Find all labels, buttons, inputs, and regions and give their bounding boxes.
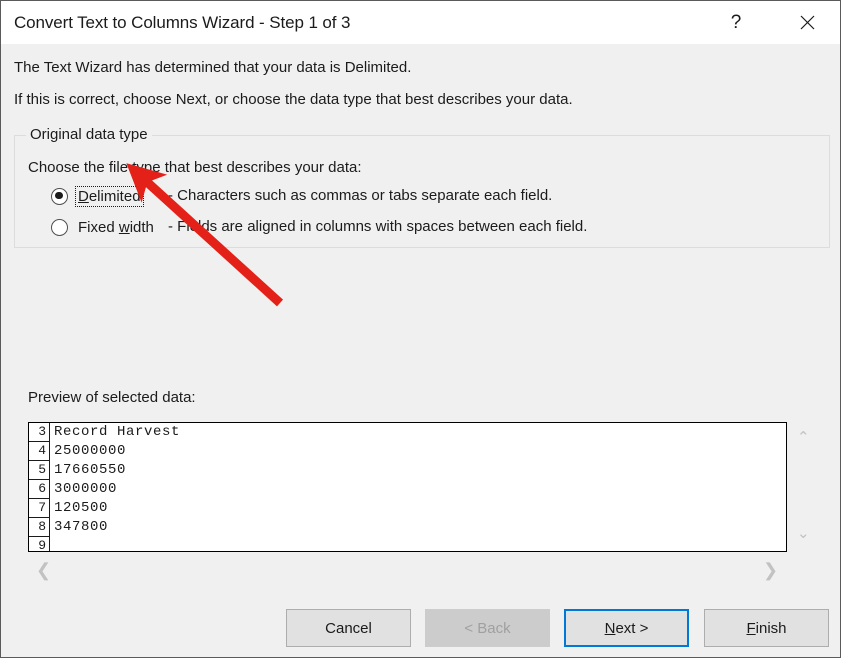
convert-text-to-columns-dialog: Convert Text to Columns Wizard - Step 1 … [0, 0, 841, 658]
preview-row: 4 25000000 [29, 442, 786, 461]
radio-fixed-suffix: idth [129, 218, 154, 236]
intro-line-1: The Text Wizard has determined that your… [14, 59, 412, 76]
cancel-button[interactable]: Cancel [286, 609, 411, 647]
choose-file-type-label: Choose the file type that best describes… [28, 159, 362, 176]
finish-label-rest: inish [755, 619, 787, 637]
radio-delimited-label[interactable]: Delimited [75, 185, 144, 207]
close-glyph [800, 15, 814, 30]
radio-delimited-description: - Characters such as commas or tabs sepa… [168, 187, 553, 204]
finish-button[interactable]: Finish [704, 609, 829, 647]
preview-row-number: 3 [29, 423, 50, 442]
preview-rows: 3 Record Harvest 4 25000000 5 17660550 6 300000… [29, 423, 786, 551]
help-icon[interactable]: ? [713, 1, 759, 44]
preview-row-number: 9 [29, 537, 50, 551]
preview-row-text: 347800 [54, 519, 109, 535]
preview-row-text: Record Harvest [54, 424, 181, 440]
radio-option-delimited[interactable]: Delimited [51, 184, 144, 208]
preview-row-number: 7 [29, 499, 50, 518]
preview-row: 9 [29, 537, 786, 551]
title-bar: Convert Text to Columns Wizard - Step 1 … [1, 0, 840, 44]
radio-fixed-width-icon[interactable] [51, 218, 68, 236]
preview-label: Preview of selected data: [28, 389, 196, 406]
intro-line-2: If this is correct, choose Next, or choo… [14, 91, 573, 108]
preview-row: 3 Record Harvest [29, 423, 786, 442]
preview-row: 5 17660550 [29, 461, 786, 480]
scroll-up-icon[interactable]: ⌃ [797, 430, 810, 445]
next-button[interactable]: Next > [564, 609, 689, 647]
accel-w: w [118, 218, 130, 236]
preview-vertical-scrollbar[interactable]: ⌃ ⌄ [790, 422, 818, 552]
radio-delimited-icon[interactable] [51, 187, 68, 205]
preview-row-number: 8 [29, 518, 50, 537]
preview-row-text: 120500 [54, 500, 109, 516]
close-icon[interactable] [784, 1, 830, 44]
preview-pane[interactable]: 3 Record Harvest 4 25000000 5 17660550 6 300000… [28, 422, 787, 552]
scroll-left-icon[interactable]: ❮ [36, 561, 51, 579]
radio-fixed-width-label[interactable]: Fixed width [76, 218, 156, 237]
preview-row-number: 4 [29, 442, 50, 461]
scroll-right-icon[interactable]: ❯ [763, 561, 778, 579]
preview-row: 8 347800 [29, 518, 786, 537]
next-label-rest: ext > [615, 619, 649, 637]
radio-fixed-prefix: Fixed [78, 218, 119, 236]
preview-row: 7 120500 [29, 499, 786, 518]
radio-fixed-width-description: - Fields are aligned in columns with spa… [168, 218, 588, 235]
accel-n: N [604, 619, 616, 637]
back-button: < Back [425, 609, 550, 647]
accel-d: D [78, 187, 89, 205]
preview-row-text: 17660550 [54, 462, 127, 478]
window-title: Convert Text to Columns Wizard - Step 1 … [14, 13, 351, 32]
preview-row-number: 5 [29, 461, 50, 480]
accel-f: F [746, 619, 756, 637]
preview-row: 6 3000000 [29, 480, 786, 499]
scroll-down-icon[interactable]: ⌄ [797, 526, 810, 541]
preview-row-number: 6 [29, 480, 50, 499]
radio-option-fixed-width[interactable]: Fixed width [51, 215, 156, 239]
preview-row-text: 3000000 [54, 481, 118, 497]
preview-horizontal-scrollbar[interactable]: ❮ ❯ [28, 554, 787, 582]
preview-row-text: 25000000 [54, 443, 127, 459]
group-legend: Original data type [26, 126, 152, 143]
radio-delimited-rest: elimited [88, 187, 141, 205]
